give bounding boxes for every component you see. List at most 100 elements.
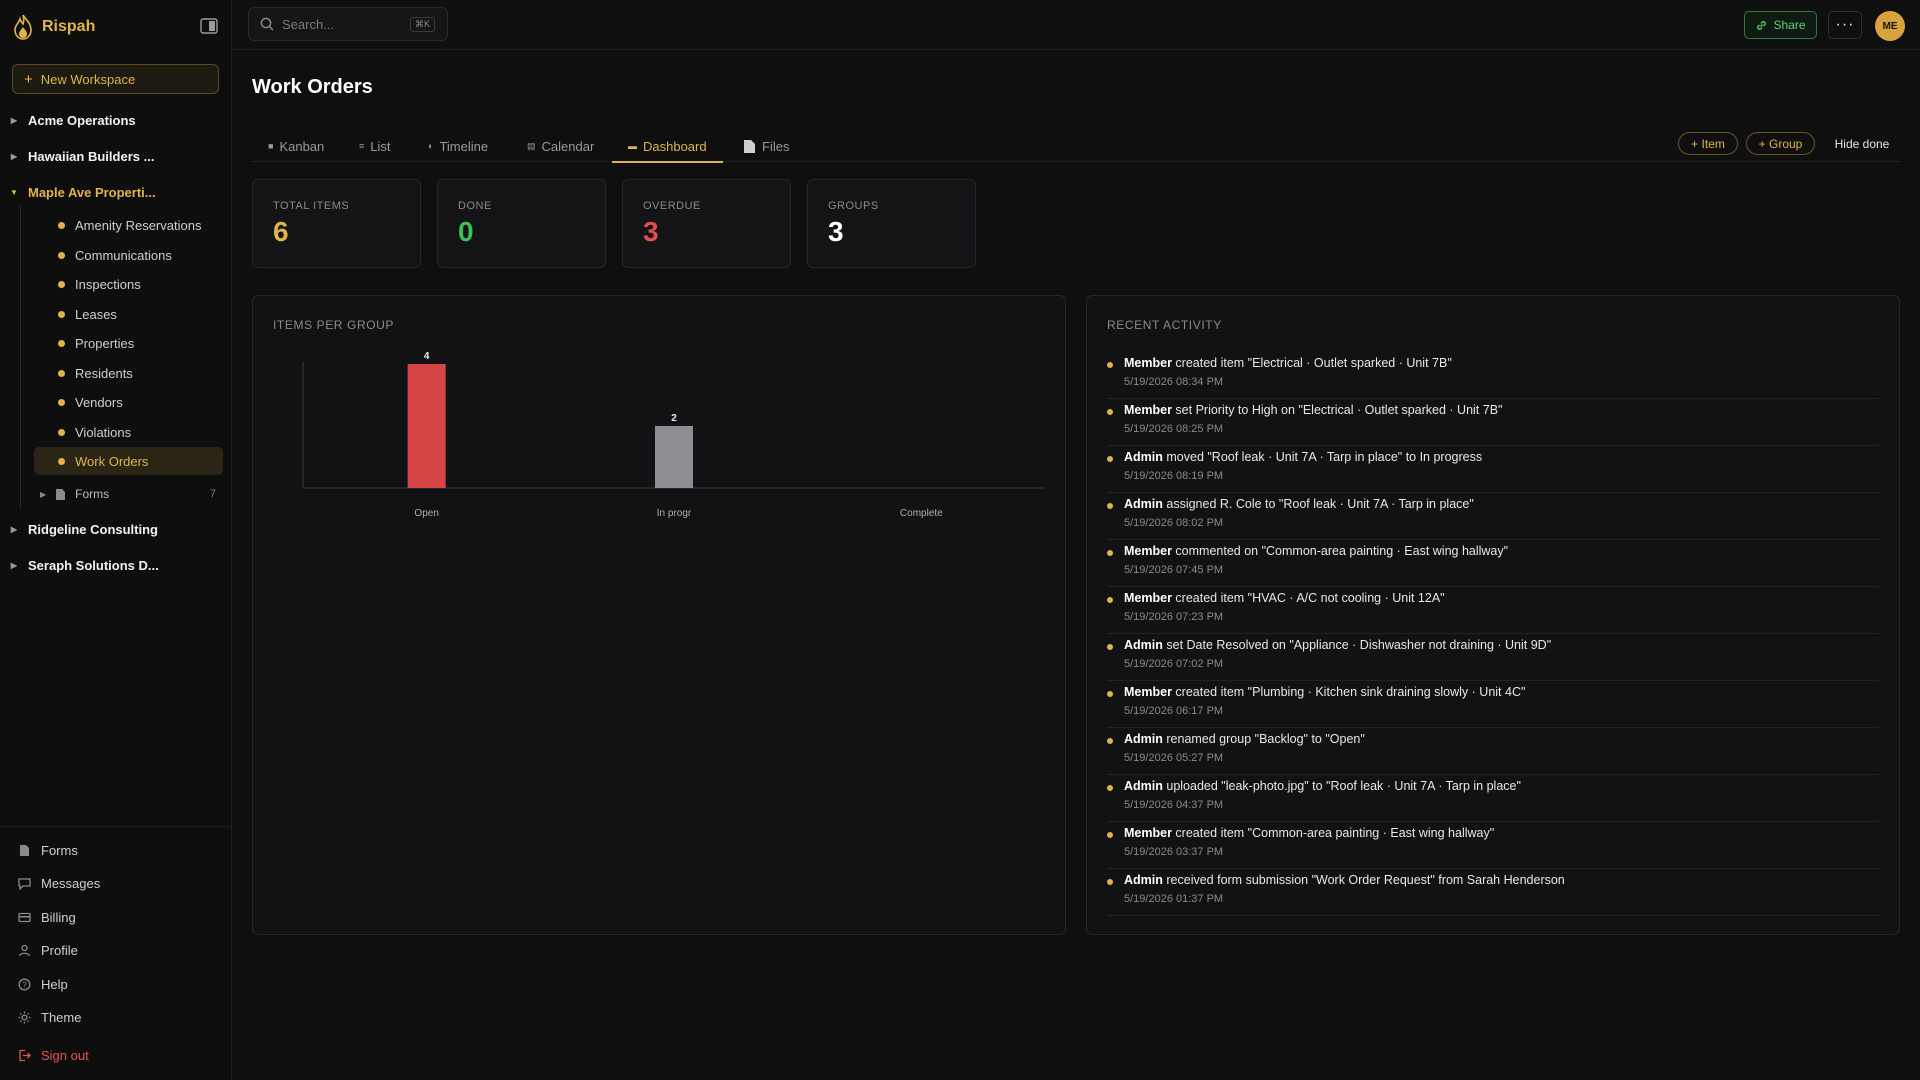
activity-time: 5/19/2026 08:34 PM [1124, 376, 1224, 388]
workspace-label: Hawaiian Builders ... [28, 148, 155, 164]
tab-dashboard[interactable]: ▬ Dashboard [612, 130, 723, 163]
new-workspace-label: New Workspace [40, 71, 136, 87]
nav-label: Messages [41, 875, 101, 891]
activity-time: 5/19/2026 08:25 PM [1124, 423, 1224, 435]
activity-bullet-icon [1107, 456, 1113, 462]
caret-right-icon: ▶ [10, 115, 18, 125]
share-button[interactable]: Share [1744, 11, 1817, 39]
board-properties[interactable]: Properties [34, 329, 223, 357]
tab-label: Calendar [541, 138, 595, 154]
activity-actor: Member [1124, 544, 1172, 558]
activity-text: Member set Priority to High on "Electric… [1124, 403, 1502, 417]
hide-done-button[interactable]: Hide done [1824, 132, 1900, 155]
file-icon [744, 139, 755, 153]
x-tick-label: In progr [657, 508, 692, 519]
activity-bullet-icon [1107, 644, 1113, 650]
activity-description: uploaded "leak-photo.jpg" to "Roof leak … [1166, 779, 1521, 793]
workspace-acme-operations[interactable]: ▶ Acme Operations [10, 109, 220, 131]
activity-item: Member created item "Plumbing · Kitchen … [1107, 681, 1879, 728]
nav-sign-out[interactable]: Sign out [18, 1045, 89, 1065]
caret-down-icon: ▼ [10, 187, 18, 197]
x-tick-label: Complete [900, 508, 943, 519]
activity-description: set Priority to High on "Electrical · Ou… [1175, 403, 1503, 417]
activity-actor: Admin [1124, 873, 1163, 887]
more-options-button[interactable]: ··· [1828, 11, 1862, 39]
activity-time: 5/19/2026 08:19 PM [1124, 470, 1224, 482]
activity-item: Member created item "Electrical · Outlet… [1107, 352, 1879, 399]
forms-node-label: Forms [75, 487, 110, 501]
stat-label: TOTAL ITEMS [273, 200, 350, 212]
board-dot-icon [58, 457, 65, 465]
board-dot-icon [58, 339, 65, 347]
board-vendors[interactable]: Vendors [34, 388, 223, 416]
nav-label: Help [41, 976, 68, 992]
nav-messages[interactable]: Messages [18, 873, 100, 893]
tab-list[interactable]: ≡ List [359, 130, 391, 162]
user-icon [18, 944, 31, 956]
nav-theme[interactable]: Theme [18, 1007, 81, 1027]
activity-time: 5/19/2026 07:23 PM [1124, 611, 1224, 623]
workspace-maple-ave-properties[interactable]: ▼ Maple Ave Properti... [10, 181, 220, 203]
activity-bullet-icon [1107, 503, 1113, 509]
share-label: Share [1773, 18, 1806, 32]
workspace-seraph-solutions[interactable]: ▶ Seraph Solutions D... [10, 554, 220, 576]
board-violations[interactable]: Violations [34, 418, 223, 446]
board-label: Leases [75, 306, 117, 322]
activity-time: 5/19/2026 04:37 PM [1124, 799, 1224, 811]
activity-actor: Member [1124, 826, 1172, 840]
activity-bullet-icon [1107, 832, 1113, 838]
tab-timeline[interactable]: ◐ Timeline [428, 130, 488, 162]
forms-tree-node[interactable]: ▶ Forms 7 [40, 484, 216, 504]
board-inspections[interactable]: Inspections [34, 270, 223, 298]
tab-calendar[interactable]: ▤ Calendar [527, 130, 594, 162]
workspace-hawaiian-builders[interactable]: ▶ Hawaiian Builders ... [10, 145, 220, 167]
bar-in-progr[interactable] [655, 426, 693, 488]
board-leases[interactable]: Leases [34, 300, 223, 328]
tab-files[interactable]: Files [743, 130, 789, 162]
activity-time: 5/19/2026 05:27 PM [1124, 752, 1224, 764]
avatar[interactable]: ME [1875, 11, 1905, 41]
activity-item: Admin uploaded "leak-photo.jpg" to "Roof… [1107, 775, 1879, 822]
nav-profile[interactable]: Profile [18, 940, 78, 960]
activity-item: Member created item "Common-area paintin… [1107, 822, 1879, 869]
nav-billing[interactable]: Billing [18, 907, 76, 927]
new-workspace-button[interactable]: + New Workspace [12, 64, 219, 94]
board-amenity-reservations[interactable]: Amenity Reservations [34, 211, 223, 239]
board-label: Residents [75, 365, 133, 381]
page-title: Work Orders [252, 76, 373, 98]
activity-item: Admin assigned R. Cole to "Roof leak · U… [1107, 493, 1879, 540]
search-icon [260, 17, 274, 31]
workspace-ridgeline-consulting[interactable]: ▶ Ridgeline Consulting [10, 518, 220, 540]
bar-open[interactable] [407, 364, 446, 488]
board-residents[interactable]: Residents [34, 359, 223, 387]
dash-icon: ▬ [628, 141, 637, 151]
tab-kanban[interactable]: ■ Kanban [268, 130, 324, 162]
recent-activity-panel: RECENT ACTIVITY Member created item "Ele… [1086, 295, 1900, 935]
nav-help[interactable]: ? Help [18, 974, 68, 994]
activity-time: 5/19/2026 01:37 PM [1124, 893, 1224, 905]
activity-item: Admin renamed group "Backlog" to "Open" 5… [1107, 728, 1879, 775]
nav-forms[interactable]: Forms [18, 840, 78, 860]
board-dot-icon [58, 280, 65, 288]
stat-card-done: DONE 0 [437, 179, 606, 268]
board-dot-icon [58, 251, 65, 259]
brand[interactable]: Rispah [12, 14, 95, 40]
calendar-icon: ▤ [527, 140, 536, 151]
stat-value: 0 [458, 216, 474, 247]
link-icon [1757, 20, 1767, 30]
stat-label: DONE [458, 200, 492, 212]
add-group-button[interactable]: + Group [1746, 132, 1815, 155]
tab-label: Dashboard [643, 138, 707, 154]
search-input[interactable]: Search... ⌘K [248, 7, 448, 41]
workspace-label: Acme Operations [28, 112, 136, 128]
sidebar-collapse-icon[interactable] [200, 18, 218, 34]
caret-right-icon: ▶ [10, 560, 18, 570]
tab-label: Files [762, 138, 790, 154]
board-dot-icon [58, 369, 65, 377]
activity-time: 5/19/2026 06:17 PM [1124, 705, 1224, 717]
board-dot-icon [58, 398, 65, 406]
add-item-button[interactable]: + Item [1678, 132, 1738, 155]
board-work-orders[interactable]: Work Orders [34, 447, 223, 475]
activity-time: 5/19/2026 08:02 PM [1124, 517, 1224, 529]
board-communications[interactable]: Communications [34, 241, 223, 269]
